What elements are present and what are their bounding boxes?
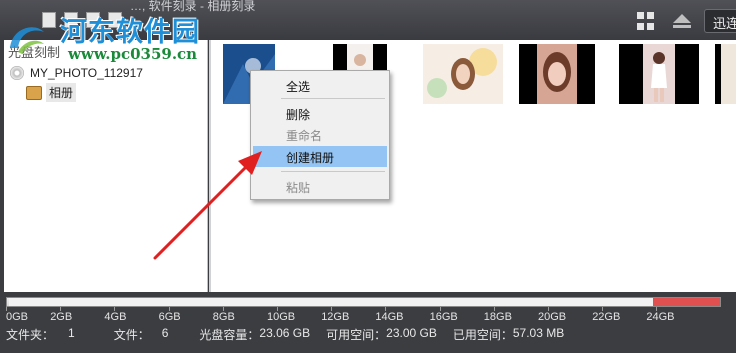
files-value: 6 xyxy=(161,326,169,340)
album-label: 相册 xyxy=(46,83,77,102)
used-space-value: 57.03 MB xyxy=(512,326,565,340)
panel-divider xyxy=(209,40,211,292)
capacity-tick-label: 18GB xyxy=(483,311,512,323)
folders-label: 文件夹： xyxy=(6,328,55,342)
context-menu: 全选 删除 重命名 创建相册 粘贴 xyxy=(250,70,390,200)
disc-icon xyxy=(10,66,24,80)
used-space-label: 已用空间： xyxy=(452,328,513,342)
disc-capacity-value: 23.06 GB xyxy=(259,326,311,340)
tree-item-disc[interactable]: MY_PHOTO_112917 xyxy=(10,66,143,80)
capacity-tick-label: 12GB xyxy=(321,311,350,323)
thumbnail-photo-4[interactable] xyxy=(519,44,595,104)
thumbnail-photo-5[interactable] xyxy=(619,44,699,104)
capacity-tick-label: 6GB xyxy=(158,311,181,323)
capacity-tick-label: 4GB xyxy=(104,311,127,323)
capacity-tick-label: 22GB xyxy=(592,311,621,323)
tree-panel: 光盘刻制 MY_PHOTO_112917 相册 xyxy=(4,40,208,292)
thumbnail-photo-6[interactable] xyxy=(715,44,736,104)
thumbnail-photo-3[interactable] xyxy=(423,44,503,104)
status-bar: 文件夹： 1 文件： 6 光盘容量： 23.06 GB 可用空间： 23.00 … xyxy=(6,326,564,343)
menu-separator xyxy=(281,98,385,99)
tree-item-album[interactable]: 相册 xyxy=(26,83,77,102)
photo-4-image xyxy=(519,44,595,104)
menu-item-create-album[interactable]: 创建相册 xyxy=(253,146,387,167)
disc-label: MY_PHOTO_112917 xyxy=(30,66,143,80)
menu-item-delete[interactable]: 删除 xyxy=(253,103,387,124)
photo-3-image xyxy=(423,44,503,104)
menu-separator xyxy=(281,171,385,172)
free-space-label: 可用空间： xyxy=(326,328,387,342)
disc-capacity-label: 光盘容量： xyxy=(199,328,260,342)
photo-6-image xyxy=(715,44,736,104)
capacity-tick-label: 16GB xyxy=(429,311,458,323)
album-icon xyxy=(26,85,42,100)
folders-value: 1 xyxy=(68,326,75,340)
menu-item-paste[interactable]: 粘贴 xyxy=(253,176,387,197)
menu-item-rename[interactable]: 重命名 xyxy=(253,124,387,145)
capacity-tick-label: 20GB xyxy=(538,311,567,323)
grid-view-icon[interactable] xyxy=(637,12,655,30)
capacity-bar xyxy=(6,297,721,307)
capacity-used-fill xyxy=(7,298,9,306)
photo-5-image xyxy=(619,44,699,104)
capacity-tick-label: 2GB xyxy=(50,311,73,323)
free-space-value: 23.00 GB xyxy=(386,326,437,340)
eject-icon[interactable] xyxy=(672,13,692,29)
menu-item-select-all[interactable]: 全选 xyxy=(253,75,387,96)
capacity-tick-label: 24GB xyxy=(646,311,675,323)
capacity-tick-label: 10GB xyxy=(267,311,296,323)
watermark-logo-icon xyxy=(10,27,44,54)
watermark-site-name: 河东软件园 xyxy=(60,17,200,48)
xunlei-button[interactable]: 迅连 xyxy=(704,9,736,33)
capacity-tick-label: 0GB xyxy=(6,311,29,323)
capacity-tick-label: 8GB xyxy=(212,311,235,323)
files-label: 文件： xyxy=(113,328,150,342)
capacity-tick-label: 14GB xyxy=(375,311,404,323)
capacity-overflow-zone xyxy=(652,298,720,306)
status-area: 0GB 2GB 4GB 6GB 8GB 10GB 12GB 14GB 16GB 18GB 20GB 2… xyxy=(0,292,736,353)
watermark-url: www.pc0359.cn xyxy=(68,45,198,63)
